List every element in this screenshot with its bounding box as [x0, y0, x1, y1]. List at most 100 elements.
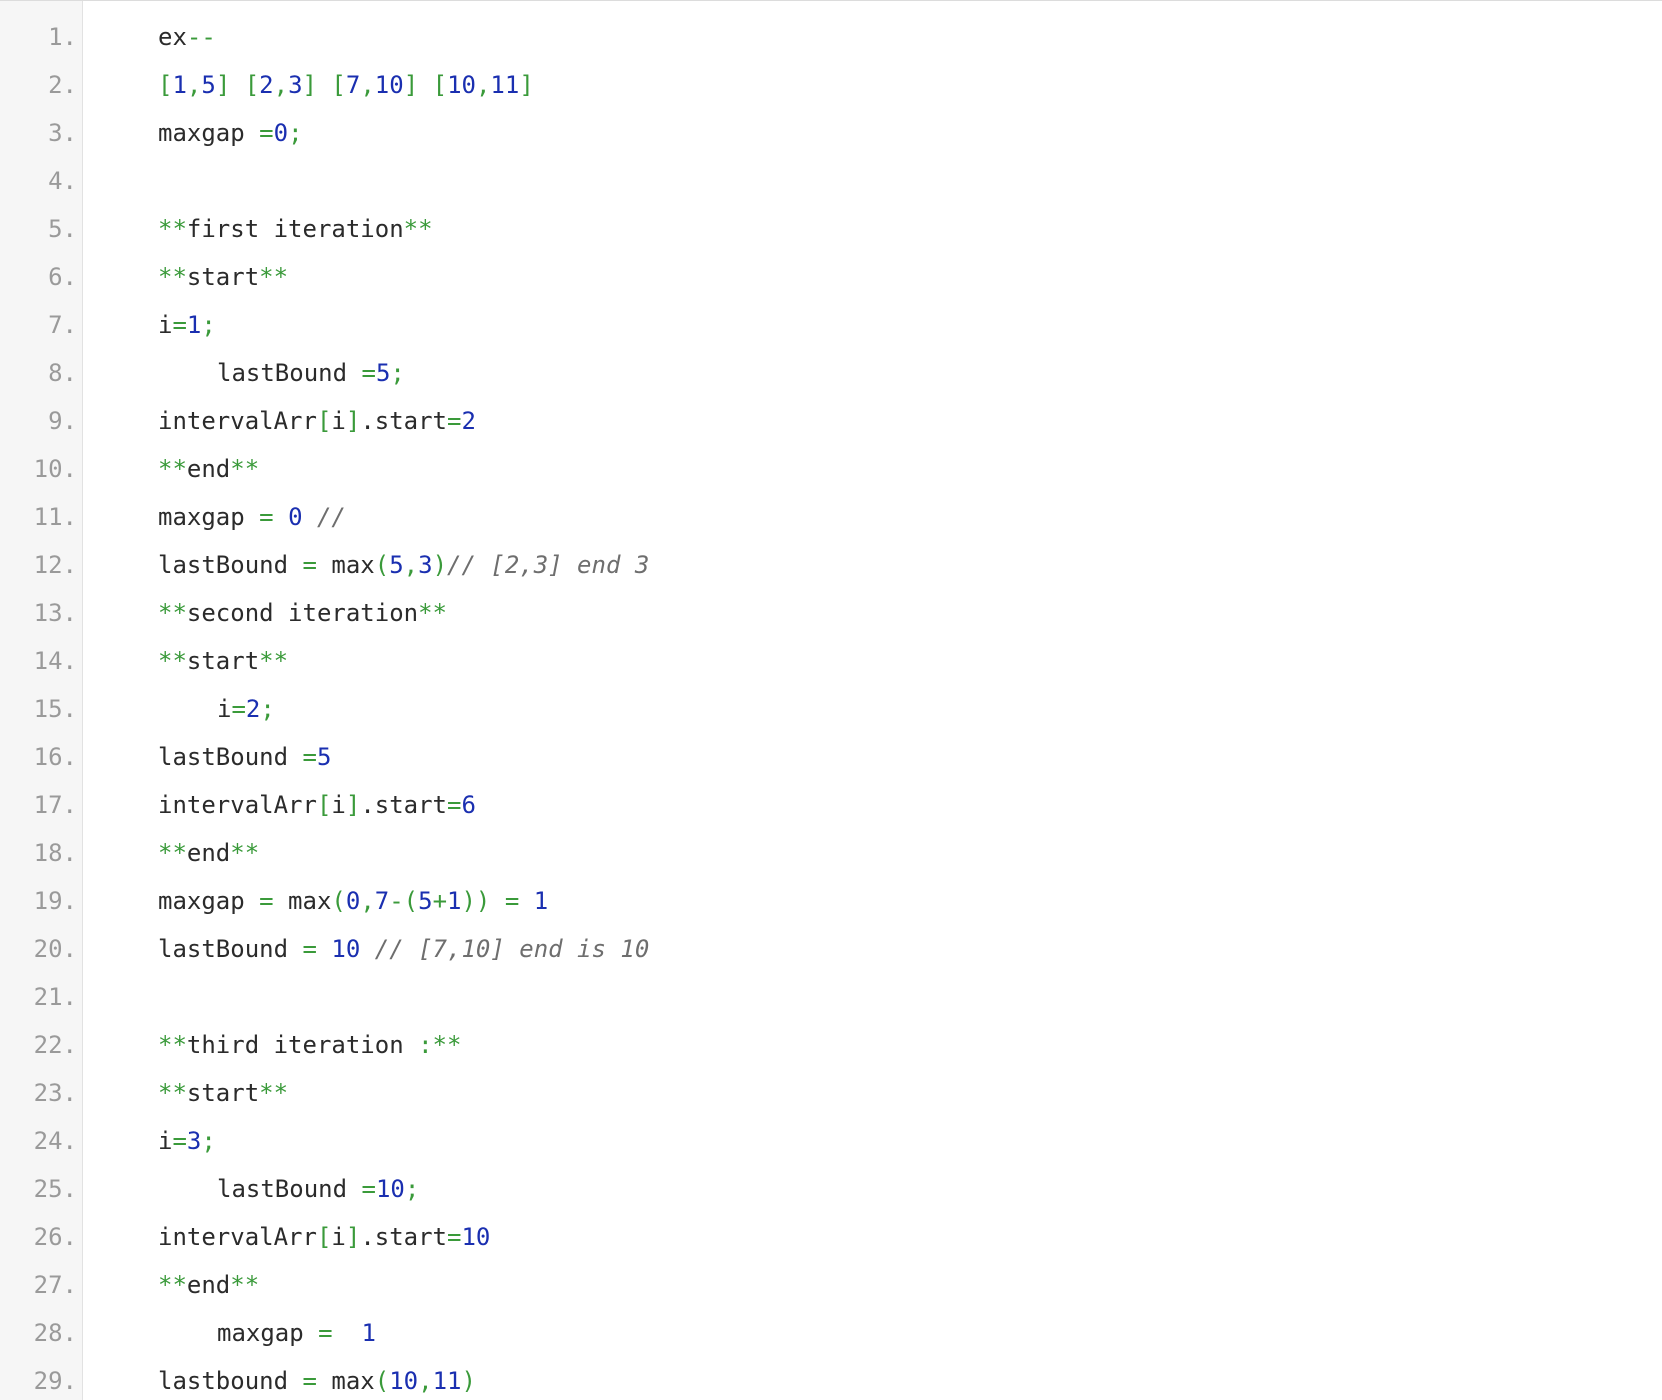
- code-token: //: [302, 503, 346, 531]
- code-line[interactable]: 24. i=3;: [0, 1117, 1662, 1165]
- line-number: 27.: [33, 1271, 77, 1299]
- code-token: ]: [345, 1223, 361, 1251]
- code-line[interactable]: 10. **end**: [0, 445, 1662, 493]
- code-token: --: [186, 23, 216, 51]
- code-line[interactable]: 5. **first iteration**: [0, 205, 1662, 253]
- line-number: 16.: [33, 743, 77, 771]
- code-line[interactable]: 9. intervalArr[i].start=2: [0, 397, 1662, 445]
- code-line[interactable]: 16. lastBound =5: [0, 733, 1662, 781]
- line-number: 12.: [33, 551, 77, 579]
- code-line[interactable]: 18. **end**: [0, 829, 1662, 877]
- line-code: maxgap = 0 //: [158, 493, 346, 541]
- code-line[interactable]: 27. **end**: [0, 1261, 1662, 1309]
- code-line[interactable]: 1. ex--: [0, 13, 1662, 61]
- code-token: [: [316, 791, 332, 819]
- code-token: **: [259, 647, 289, 675]
- code-token: ex: [158, 23, 187, 51]
- code-token: **: [418, 599, 447, 627]
- code-token: ,: [273, 71, 289, 99]
- code-line[interactable]: 15. i=2;: [0, 685, 1662, 733]
- code-token: **: [230, 455, 260, 483]
- line-number: 23.: [33, 1079, 77, 1107]
- code-token: .start: [360, 791, 448, 819]
- code-line[interactable]: 11. maxgap = 0 //: [0, 493, 1662, 541]
- code-line[interactable]: 19. maxgap = max(0,7-(5+1)) = 1: [0, 877, 1662, 925]
- code-token: lastBound: [158, 551, 303, 579]
- code-line[interactable]: 3. maxgap =0;: [0, 109, 1662, 157]
- code-token: 3: [288, 71, 303, 99]
- line-number: 3.: [48, 119, 77, 147]
- code-token: :**: [418, 1031, 462, 1059]
- code-line[interactable]: 12. lastBound = max(5,3)// [2,3] end 3: [0, 541, 1662, 589]
- code-token: ): [461, 1367, 476, 1395]
- code-token: second iteration: [186, 599, 419, 627]
- code-token: (: [374, 1367, 390, 1395]
- code-token: **: [158, 599, 187, 627]
- code-token: ;: [201, 1127, 216, 1155]
- code-line[interactable]: 6. **start**: [0, 253, 1662, 301]
- code-token: max: [316, 551, 375, 579]
- code-token: =: [447, 1223, 462, 1251]
- line-code: intervalArr[i].start=2: [158, 397, 476, 445]
- code-line[interactable]: 21.: [0, 973, 1662, 1021]
- code-token: i: [331, 407, 346, 435]
- code-token: ,: [360, 71, 375, 99]
- line-number: 5.: [48, 215, 77, 243]
- code-token: 10: [331, 935, 361, 963]
- code-token: 10: [447, 71, 476, 99]
- line-code: lastBound =5: [158, 733, 331, 781]
- code-token: ,: [360, 887, 375, 915]
- code-token: max: [316, 1367, 375, 1395]
- code-token: **: [158, 839, 187, 867]
- code-token: 5: [389, 551, 404, 579]
- code-token: [: [316, 407, 332, 435]
- line-code: **first iteration**: [158, 205, 433, 253]
- code-line[interactable]: 26. intervalArr[i].start=10: [0, 1213, 1662, 1261]
- code-token: maxgap: [158, 503, 260, 531]
- line-code: intervalArr[i].start=10: [158, 1213, 490, 1261]
- code-token: 11: [432, 1367, 462, 1395]
- line-number: 4.: [48, 167, 77, 195]
- code-line[interactable]: 25. lastBound =10;: [0, 1165, 1662, 1213]
- line-number: 19.: [33, 887, 77, 915]
- code-token: 7: [374, 887, 390, 915]
- code-line[interactable]: 13. **second iteration**: [0, 589, 1662, 637]
- code-line[interactable]: 14. **start**: [0, 637, 1662, 685]
- code-token: =: [172, 1127, 187, 1155]
- code-line[interactable]: 17. intervalArr[i].start=6: [0, 781, 1662, 829]
- code-token: 3: [186, 1127, 202, 1155]
- line-number: 17.: [33, 791, 77, 819]
- code-line[interactable]: 20. lastBound = 10 // [7,10] end is 10: [0, 925, 1662, 973]
- line-number: 24.: [33, 1127, 77, 1155]
- line-code: lastBound = max(5,3)// [2,3] end 3: [158, 541, 649, 589]
- code-token: 5: [316, 743, 332, 771]
- line-number: 10.: [33, 455, 77, 483]
- code-line[interactable]: 29. lastbound = max(10,11): [0, 1357, 1662, 1400]
- code-line[interactable]: 7. i=1;: [0, 301, 1662, 349]
- line-code: maxgap = max(0,7-(5+1)) = 1: [158, 877, 548, 925]
- line-code: **start**: [158, 637, 288, 685]
- code-line[interactable]: 2. [1,5] [2,3] [7,10] [10,11]: [0, 61, 1662, 109]
- code-token: ;: [404, 1175, 420, 1203]
- code-token: 2: [245, 695, 261, 723]
- code-token: 1: [186, 311, 202, 339]
- code-token: =: [172, 311, 187, 339]
- code-token: start: [186, 647, 260, 675]
- code-editor[interactable]: 1. ex-- 2. [1,5] [2,3] [7,10] [10,11] 3. maxg…: [0, 0, 1662, 1400]
- line-number: 15.: [33, 695, 77, 723]
- line-number: 9.: [48, 407, 77, 435]
- code-token: **: [230, 839, 260, 867]
- code-token: =: [302, 935, 317, 963]
- code-line[interactable]: 23. **start**: [0, 1069, 1662, 1117]
- code-token: intervalArr: [158, 407, 317, 435]
- code-token: =: [447, 791, 462, 819]
- code-line[interactable]: 28. maxgap = 1: [0, 1309, 1662, 1357]
- code-token: lastBound: [158, 743, 303, 771]
- code-line[interactable]: 22. **third iteration :**: [0, 1021, 1662, 1069]
- code-token: i: [217, 695, 232, 723]
- code-line[interactable]: 4.: [0, 157, 1662, 205]
- code-line[interactable]: 8. lastBound =5;: [0, 349, 1662, 397]
- line-code: **end**: [158, 829, 259, 877]
- line-code: maxgap =0;: [158, 109, 303, 157]
